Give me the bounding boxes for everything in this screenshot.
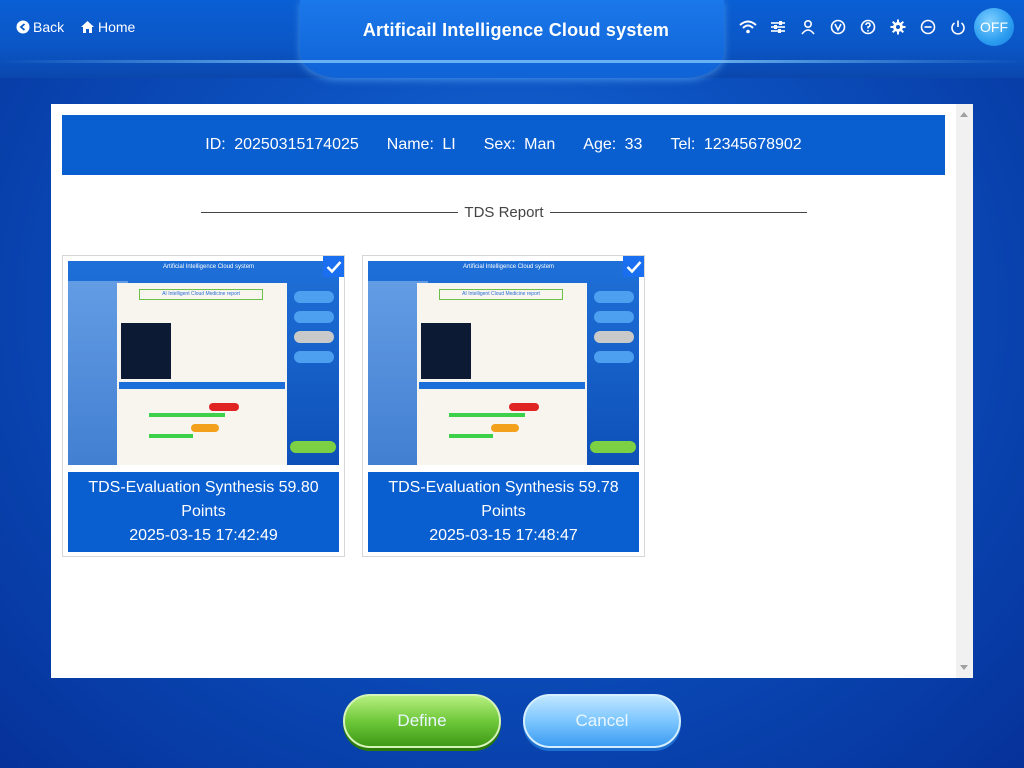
header-bar: Back Home Artificail Intelligence Cloud … (0, 0, 1024, 78)
report-card[interactable]: Artificial Intelligence Cloud system AI … (62, 255, 345, 557)
patient-sex: Sex: Man (484, 136, 556, 154)
patient-tel: Tel: 12345678902 (670, 136, 801, 154)
thumb-side-button (294, 311, 334, 323)
define-button[interactable]: Define (343, 694, 501, 748)
v-circle-icon[interactable] (823, 16, 853, 38)
report-panel: ID: 20250315174025 Name: LI Sex: Man Age… (51, 104, 973, 678)
home-label: Home (98, 19, 136, 35)
report-thumbnail: Artificial Intelligence Cloud system AI … (368, 261, 639, 465)
thumb-body-scan (421, 323, 471, 379)
report-card[interactable]: Artificial Intelligence Cloud system AI … (362, 255, 645, 557)
thumb-red-pill (209, 403, 239, 411)
report-score: TDS-Evaluation Synthesis 59.80 (88, 479, 319, 496)
toolbar-icons (733, 16, 973, 38)
home-button[interactable]: Home (80, 17, 135, 37)
thumb-green-bar (149, 413, 225, 417)
report-points: Points (481, 503, 526, 520)
gear-icon[interactable] (883, 16, 913, 38)
cancel-button[interactable]: Cancel (523, 694, 681, 748)
power-icon[interactable] (943, 16, 973, 38)
name-value: LI (442, 136, 456, 153)
report-caption: TDS-Evaluation Synthesis 59.80 Points 20… (68, 472, 339, 552)
thumb-side-button (294, 351, 334, 363)
off-button[interactable]: OFF (974, 8, 1014, 46)
home-icon (81, 21, 94, 33)
thumb-banner: AI Intelligent Cloud Medicine report (139, 289, 263, 300)
name-label: Name: (386, 136, 434, 153)
sex-label: Sex: (483, 136, 516, 153)
thumb-green-bar (149, 434, 193, 438)
thumb-side-button (594, 331, 634, 343)
thumb-strip (419, 382, 585, 389)
divider-right (549, 212, 808, 213)
thumb-header: Artificial Intelligence Cloud system (68, 261, 339, 277)
thumb-title: Artificial Intelligence Cloud system (163, 264, 255, 270)
app-title: Artificail Intelligence Cloud system (362, 20, 670, 40)
age-label: Age: (583, 136, 617, 153)
thumb-report-sheet: AI Intelligent Cloud Medicine report (417, 283, 587, 465)
thumb-title: Artificial Intelligence Cloud system (463, 264, 555, 270)
thumb-side-button (594, 351, 634, 363)
thumb-side-button (294, 291, 334, 303)
help-icon[interactable] (853, 16, 883, 38)
back-icon (16, 20, 30, 34)
thumb-side-button (294, 331, 334, 343)
wifi-icon[interactable] (733, 16, 763, 38)
divider-left (201, 212, 459, 213)
thumb-orange-pill (491, 424, 519, 432)
check-icon (326, 260, 341, 273)
header-glow-line (0, 60, 1024, 63)
tel-value: 12345678902 (703, 136, 802, 153)
thumb-side-button (594, 291, 634, 303)
thumb-green-bar (449, 434, 493, 438)
thumb-red-pill (509, 403, 539, 411)
report-timestamp: 2025-03-15 17:48:47 (429, 527, 578, 544)
thumb-green-bar (449, 413, 525, 417)
sliders-icon[interactable] (763, 16, 793, 38)
user-icon[interactable] (793, 16, 823, 38)
thumb-orange-pill (191, 424, 219, 432)
section-heading: TDS Report (201, 204, 808, 221)
report-thumbnail: Artificial Intelligence Cloud system AI … (68, 261, 339, 465)
patient-id: ID: 20250315174025 (205, 136, 358, 154)
thumb-green-button (590, 441, 636, 453)
report-score: TDS-Evaluation Synthesis 59.78 (388, 479, 619, 496)
back-label: Back (33, 19, 65, 35)
thumb-report-sheet: AI Intelligent Cloud Medicine report (117, 283, 287, 465)
scroll-up-arrow[interactable] (960, 112, 968, 117)
back-button[interactable]: Back (16, 17, 64, 37)
selected-checkbox[interactable] (623, 256, 644, 277)
selected-checkbox[interactable] (323, 256, 344, 277)
tel-label: Tel: (670, 136, 696, 153)
id-label: ID: (205, 136, 226, 153)
thumb-banner: AI Intelligent Cloud Medicine report (439, 289, 563, 300)
id-value: 20250315174025 (234, 136, 359, 153)
vertical-scrollbar[interactable] (956, 104, 973, 678)
thumb-side-button (594, 311, 634, 323)
check-icon (626, 260, 641, 273)
thumb-strip (119, 382, 285, 389)
thumb-header: Artificial Intelligence Cloud system (368, 261, 639, 277)
report-points: Points (181, 503, 226, 520)
patient-age: Age: 33 (583, 136, 642, 154)
sex-value: Man (524, 136, 556, 153)
thumb-green-button (290, 441, 336, 453)
report-caption: TDS-Evaluation Synthesis 59.78 Points 20… (368, 472, 639, 552)
report-timestamp: 2025-03-15 17:42:49 (129, 527, 278, 544)
minus-circle-icon[interactable] (913, 16, 943, 38)
scroll-down-arrow[interactable] (960, 665, 968, 670)
section-title: TDS Report (464, 204, 544, 221)
patient-name: Name: LI (387, 136, 456, 154)
patient-info-bar: ID: 20250315174025 Name: LI Sex: Man Age… (62, 115, 945, 175)
age-value: 33 (624, 136, 643, 153)
thumb-body-scan (121, 323, 171, 379)
